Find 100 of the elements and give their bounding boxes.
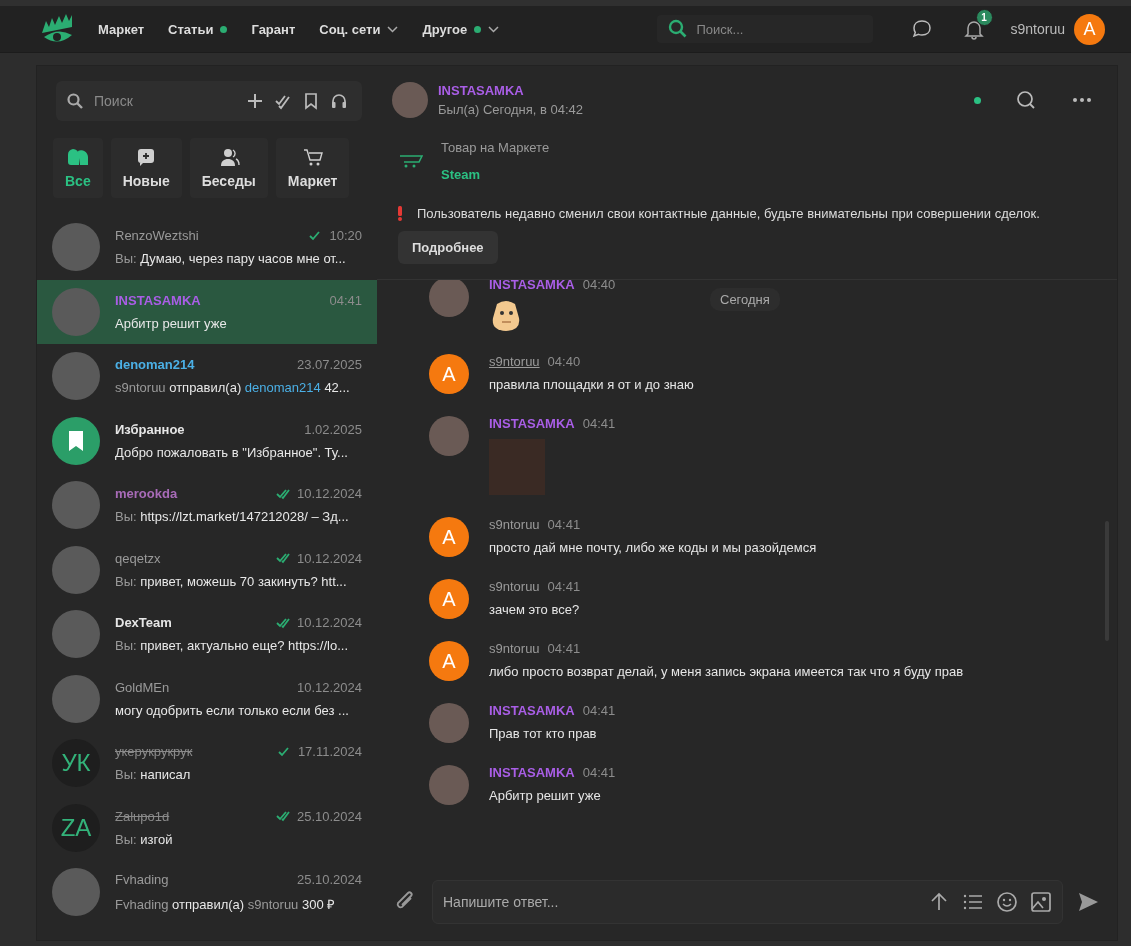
timestamp: 10.12.2024 bbox=[296, 679, 362, 695]
message-text: просто дай мне почту, либо же коды и мы разойдемся bbox=[489, 540, 817, 555]
reply-input[interactable]: Напишите ответ... bbox=[443, 881, 916, 923]
search-icon bbox=[66, 92, 84, 110]
nav-link[interactable]: Маркет bbox=[98, 21, 145, 37]
chat-list-item[interactable]: merookda 10.12.2024 Вы: https://lzt.market/147212028/ – Зд... bbox=[37, 473, 377, 538]
contact-name: Избранное bbox=[115, 421, 185, 437]
timestamp: 1.02.2025 bbox=[304, 421, 362, 437]
product-link[interactable]: Steam bbox=[441, 167, 550, 182]
author-name[interactable]: INSTASAMKA bbox=[489, 280, 575, 292]
headset-icon[interactable] bbox=[330, 92, 348, 110]
timestamp: 04:40 bbox=[547, 354, 581, 369]
timestamp: 10.12.2024 bbox=[296, 615, 362, 631]
search-input[interactable]: Поиск... bbox=[696, 15, 867, 43]
nav-link[interactable]: Статьи bbox=[168, 21, 228, 37]
message-preview: s9ntoruu отправил(а) denoman214 42... bbox=[115, 380, 351, 396]
smiley-icon[interactable] bbox=[996, 891, 1018, 913]
message-preview: Арбитр решит уже bbox=[115, 315, 228, 331]
message-preview: могу одобрить если только если без ... bbox=[115, 702, 350, 718]
message-text: Арбитр решит уже bbox=[489, 788, 602, 803]
chat-list-item[interactable]: ZA Zalupo1d 25.10.2024 Вы: изгой bbox=[37, 795, 377, 860]
avatar-photo-placeholder bbox=[429, 765, 469, 805]
timestamp: 04:41 bbox=[582, 765, 616, 780]
avatar-photo-placeholder bbox=[429, 416, 469, 456]
author-name[interactable]: s9ntoruu bbox=[489, 354, 540, 369]
plus-icon[interactable] bbox=[246, 92, 264, 110]
message-preview: Вы: написал bbox=[115, 767, 192, 783]
image-icon[interactable] bbox=[1030, 891, 1052, 913]
letter-avatar: A bbox=[429, 641, 469, 681]
timestamp: 04:41 bbox=[582, 416, 616, 431]
search-icon[interactable] bbox=[1015, 89, 1037, 111]
avatar-photo-placeholder bbox=[429, 280, 469, 317]
message-preview: Fvhading отправил(а) s9ntoruu 300 ₽ bbox=[115, 895, 337, 913]
nav-link[interactable]: Гарант bbox=[251, 21, 296, 37]
contact-name: GoldMEn bbox=[115, 679, 170, 695]
notification-count-badge: 1 bbox=[975, 9, 993, 26]
chat-search-input[interactable]: Поиск bbox=[94, 81, 236, 121]
letter-avatar: A bbox=[429, 579, 469, 619]
chat-search-field[interactable]: Поиск bbox=[56, 81, 362, 121]
last-seen-status: Был(а) Сегодня, в 04:42 bbox=[438, 102, 584, 117]
timestamp: 04:41 bbox=[547, 579, 581, 594]
reply-input-field[interactable]: Напишите ответ... bbox=[432, 880, 1063, 924]
contact-name: RenzoWeztshi bbox=[115, 228, 199, 244]
chat-list-item[interactable]: DexTeam 10.12.2024 Вы: привет, актуально еще? https://lo... bbox=[37, 602, 377, 667]
chat-list-item[interactable]: denoman214 23.07.2025 s9ntoruu отправил(а) denoman214 42... bbox=[37, 344, 377, 409]
nav-link[interactable]: Другое bbox=[422, 21, 500, 37]
timestamp: 25.10.2024 bbox=[296, 808, 362, 824]
avatar-photo-placeholder bbox=[429, 703, 469, 743]
author-name[interactable]: INSTASAMKA bbox=[489, 703, 575, 718]
timestamp: 04:40 bbox=[582, 280, 616, 292]
timestamp: 10.12.2024 bbox=[296, 550, 362, 566]
details-button[interactable]: Подробнее bbox=[398, 231, 498, 264]
message-preview: Добро пожаловать в "Избранное". Ту... bbox=[115, 444, 349, 460]
chat-list-item[interactable]: Избранное 1.02.2025 Добро пожаловать в "Избранное". Ту... bbox=[37, 408, 377, 473]
author-name[interactable]: INSTASAMKA bbox=[489, 416, 575, 431]
contact-name: Fvhading bbox=[115, 871, 169, 887]
contact-name[interactable]: INSTASAMKA bbox=[438, 83, 584, 98]
send-icon[interactable] bbox=[1077, 891, 1099, 913]
timestamp: 04:41 bbox=[329, 292, 362, 308]
contact-name: qeqetzx bbox=[115, 550, 161, 566]
initials-avatar: УК bbox=[52, 739, 100, 788]
message-text: Прав тот кто прав bbox=[489, 726, 598, 741]
initials-avatar: ZA bbox=[52, 803, 100, 852]
message-text: либо просто возврат делай, у меня запись экрана имеется так что я буду прав bbox=[489, 664, 964, 679]
timestamp: 10.12.2024 bbox=[296, 486, 362, 502]
bookmark-icon bbox=[66, 429, 86, 452]
chat-list-item[interactable]: INSTASAMKA 04:41 Арбитр решит уже bbox=[37, 279, 377, 344]
timestamp: 04:41 bbox=[547, 517, 581, 532]
cart-icon bbox=[399, 154, 423, 168]
author-name[interactable]: s9ntoruu bbox=[489, 641, 540, 656]
folder-tab[interactable]: Беседы bbox=[189, 138, 268, 198]
bookmark-icon[interactable] bbox=[302, 92, 320, 110]
folder-tab[interactable]: Новые bbox=[110, 138, 182, 198]
message-preview: Вы: Думаю, через пару часов мне от... bbox=[115, 251, 347, 267]
timestamp: 04:41 bbox=[582, 703, 616, 718]
chat-list-item[interactable]: qeqetzx 10.12.2024 Вы: привет, можешь 70 закинуть? htt... bbox=[37, 537, 377, 602]
contact-name: denoman214 bbox=[115, 357, 195, 373]
warning-message: Пользователь недавно сменил свои контактные данные, будьте внимательны при совершении сделок. bbox=[417, 206, 1040, 221]
message-preview: Вы: https://lzt.market/147212028/ – Зд... bbox=[115, 509, 350, 525]
message-preview: Вы: привет, актуально еще? https://lo... bbox=[115, 638, 350, 654]
message-text: правила площадки я от и до знаю bbox=[489, 377, 694, 392]
chat-list-item[interactable]: GoldMEn 10.12.2024 могу одобрить если только если без ... bbox=[37, 666, 377, 731]
contact-name: INSTASAMKA bbox=[115, 292, 201, 308]
chat-list-item[interactable]: Fvhading 25.10.2024 Fvhading отправил(а) s9ntoruu 300 ₽ bbox=[37, 860, 377, 925]
chat-list-item[interactable]: УК укерукрукрук 17.11.2024 Вы: написал bbox=[37, 731, 377, 796]
nav-link[interactable]: Соц. сети bbox=[319, 21, 399, 37]
search-icon bbox=[666, 18, 689, 40]
speech-bubble-icon[interactable] bbox=[910, 18, 933, 40]
product-label: Товар на Маркете bbox=[441, 140, 550, 155]
chat-list-item[interactable]: RenzoWeztshi 10:20 Вы: Думаю, через пару часов мне от... bbox=[37, 215, 377, 280]
author-name[interactable]: s9ntoruu bbox=[489, 517, 540, 532]
contact-name: DexTeam bbox=[115, 615, 172, 631]
timestamp: 25.10.2024 bbox=[296, 871, 362, 887]
folder-tab[interactable]: Маркет bbox=[275, 138, 350, 198]
author-name[interactable]: INSTASAMKA bbox=[489, 765, 575, 780]
username-link[interactable]: s9ntoruu bbox=[1010, 21, 1065, 37]
search-field[interactable]: Поиск... bbox=[656, 15, 873, 43]
exclamation-icon bbox=[397, 206, 403, 221]
author-name[interactable]: s9ntoruu bbox=[489, 579, 540, 594]
folder-tab[interactable]: Все bbox=[53, 138, 103, 198]
